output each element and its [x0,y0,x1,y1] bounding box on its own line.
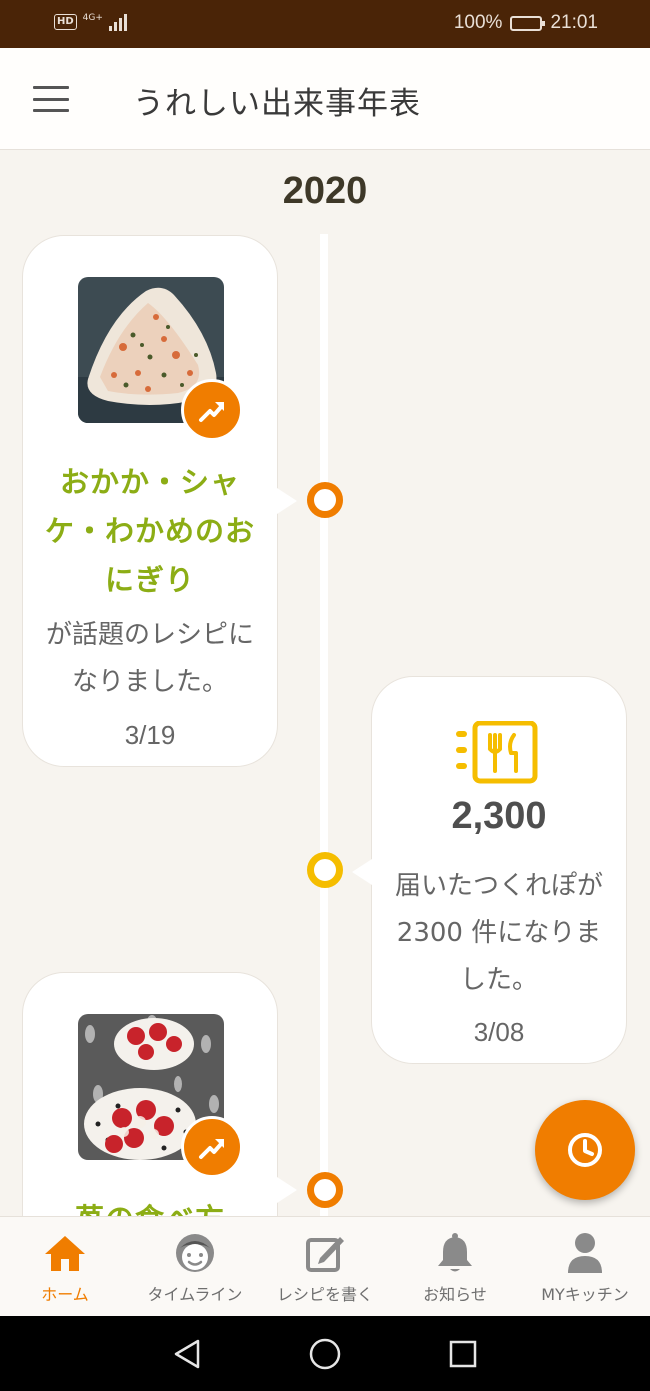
battery-icon [510,15,546,31]
card-description: 届いたつくれぽが 2300 件になりました。 [394,871,603,995]
system-nav-bar [0,1316,650,1391]
recents-icon[interactable] [448,1338,478,1370]
recipe-photo-wrap [78,1014,243,1178]
nav-label: レシピを書く [276,1285,373,1304]
trending-up-icon [181,379,243,441]
tsukurepo-icon [456,720,540,789]
bottom-nav: ホーム タイムライン レシピを書く お知らせ MYキッチン [0,1216,650,1316]
nav-label: お知らせ [423,1285,487,1304]
network-type: 4G+ [82,13,103,23]
timeline-marker [307,482,343,518]
edit-icon [260,1231,390,1275]
status-right: 100% 21:01 [454,12,598,34]
recipe-name[interactable]: おかか・シャケ・わかめのおにぎり [39,458,261,605]
bell-icon [390,1231,520,1275]
status-bar: HD 4G+ 100% 21:01 [0,0,650,48]
nav-label: MYキッチン [541,1285,629,1304]
signal-icon [108,13,127,31]
card-date: 3/19 [124,720,176,750]
status-left: HD 4G+ [54,13,127,31]
card-pointer [352,859,372,885]
timeline-marker [307,1172,343,1208]
back-icon[interactable] [170,1338,204,1370]
home-circle-icon[interactable] [308,1338,342,1370]
nav-my-kitchen[interactable]: MYキッチン [520,1217,650,1317]
app-bar: うれしい出来事年表 [0,48,650,150]
trending-recipe-card[interactable]: 苺の食べ方 [22,972,297,1216]
menu-icon[interactable] [33,86,69,112]
nav-label: タイムライン [147,1285,243,1304]
page-title: うれしい出来事年表 [133,86,421,122]
nav-home[interactable]: ホーム [0,1217,130,1317]
card-date: 3/08 [473,1017,525,1047]
clock: 21:01 [550,12,598,33]
timeline-line [320,234,328,1216]
timeline-marker [307,852,343,888]
timeline-content[interactable]: 2020 おかか・シャケ・わかめのおにぎり が話題のレシピになりました。 3/1… [0,150,650,1216]
card-pointer [277,1177,297,1203]
battery-percent: 100% [453,12,503,33]
card-description: が話題のレシピになりました。 [45,620,254,697]
hd-badge: HD [54,14,77,30]
recipe-name[interactable]: 苺の食べ方 [39,1195,261,1216]
nav-label: ホーム [41,1285,89,1304]
nav-notifications[interactable]: お知らせ [390,1217,520,1317]
history-fab-button[interactable] [535,1100,635,1200]
nav-timeline[interactable]: タイムライン [130,1217,260,1317]
trending-up-icon [181,1116,243,1178]
tsukurepo-count-card[interactable]: 2,300 届いたつくれぽが 2300 件になりました。 3/08 [352,676,627,1064]
clock-icon [568,1133,602,1167]
nav-write-recipe[interactable]: レシピを書く [260,1217,390,1317]
person-icon [520,1231,650,1275]
trending-recipe-card[interactable]: おかか・シャケ・わかめのおにぎり が話題のレシピになりました。 3/19 [22,235,297,767]
home-icon [0,1231,130,1275]
recipe-photo-wrap [78,277,243,441]
year-heading: 2020 [282,170,368,212]
card-pointer [277,488,297,514]
face-icon [130,1231,260,1275]
tsukurepo-count: 2,300 [451,795,547,837]
